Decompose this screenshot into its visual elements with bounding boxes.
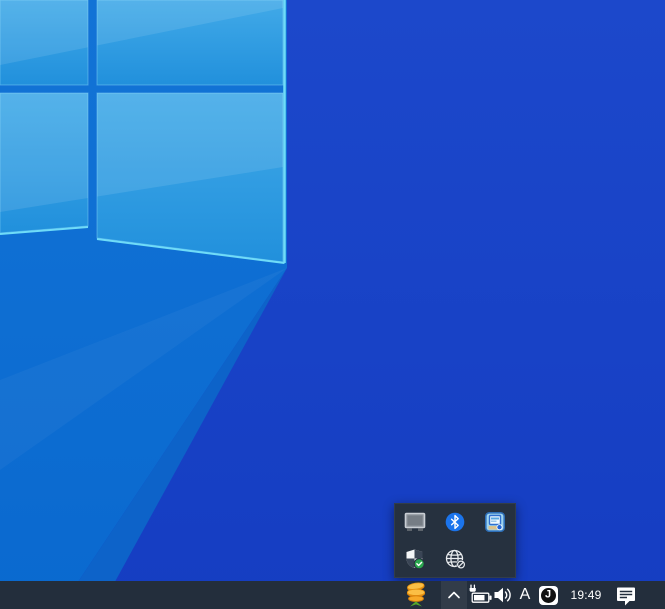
vm-app-icon — [485, 512, 505, 532]
desktop-wallpaper — [0, 0, 665, 609]
power-battery-button[interactable] — [466, 583, 493, 607]
speaker-icon — [492, 584, 514, 606]
action-center-icon — [614, 584, 638, 607]
bluetooth-tray-icon[interactable] — [435, 504, 475, 541]
network-globe-offline-icon[interactable] — [435, 541, 475, 578]
language-indicator-letter: A — [520, 586, 531, 604]
ime-mode-button[interactable]: J — [538, 585, 558, 605]
desktop: A J 19:49 — [0, 0, 665, 609]
ime-badge-letter: J — [545, 589, 551, 600]
volume-button[interactable] — [491, 583, 514, 607]
windows-security-shield-icon[interactable] — [395, 541, 435, 578]
globe-offline-icon — [444, 548, 467, 570]
flyout-empty-cell — [475, 541, 515, 578]
display-icon — [404, 512, 426, 532]
action-center-button[interactable] — [612, 583, 640, 607]
battery-plugged-icon — [466, 583, 493, 607]
clock-time: 19:49 — [570, 588, 601, 602]
security-shield-icon — [404, 548, 426, 570]
show-hidden-icons-button[interactable] — [441, 581, 467, 609]
ime-badge-circle: J — [541, 588, 556, 603]
windows-logo — [0, 0, 285, 263]
coins-stack-app-icon[interactable] — [401, 582, 431, 608]
vm-app-tray-icon[interactable] — [475, 504, 515, 541]
display-tray-icon[interactable] — [395, 504, 435, 541]
coins-stack-icon — [402, 582, 430, 608]
chevron-up-icon — [446, 589, 462, 601]
language-indicator[interactable]: A — [513, 581, 537, 609]
bluetooth-icon — [445, 512, 465, 532]
taskbar: A J 19:49 — [0, 581, 665, 609]
ime-badge: J — [539, 586, 558, 605]
taskbar-clock[interactable]: 19:49 — [562, 581, 610, 609]
hidden-icons-flyout — [394, 503, 516, 578]
